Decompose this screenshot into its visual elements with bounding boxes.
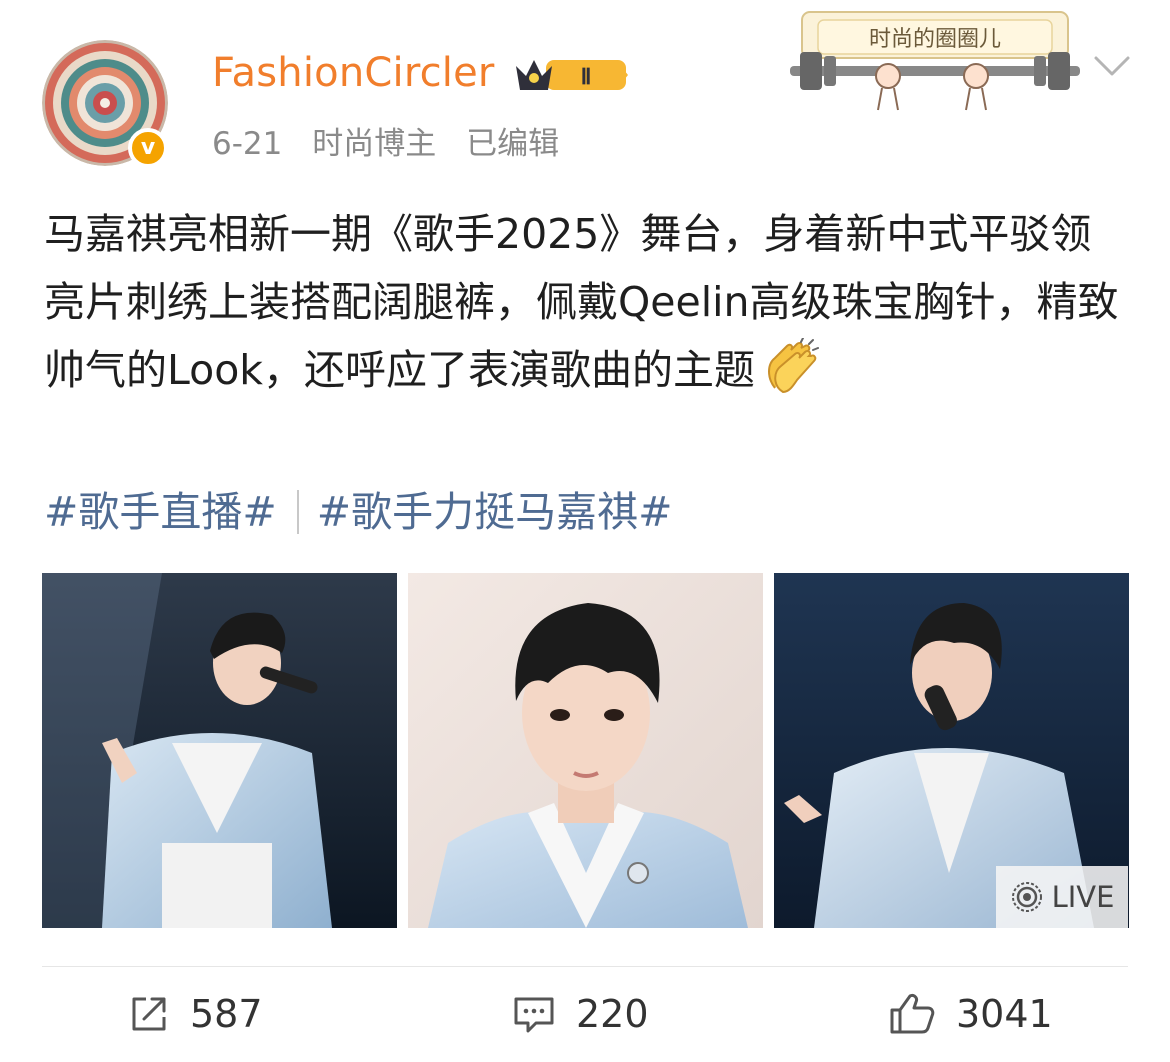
chevron-down-icon[interactable] — [1092, 52, 1132, 80]
post-meta: 6-21 时尚博主 已编辑 — [212, 118, 579, 163]
hashtag-separator — [296, 490, 299, 534]
crown-level-icon: Ⅱ — [516, 60, 628, 90]
hashtag-link[interactable]: #歌手直播# — [44, 488, 277, 536]
like-count: 3041 — [956, 992, 1053, 1036]
live-photo-badge: LIVE — [996, 866, 1128, 928]
post-text: 马嘉祺亮相新一期《歌手2025》舞台，身着新中式平驳领亮片刺绣上装搭配阔腿裤，佩… — [44, 210, 1119, 394]
comment-button[interactable]: 220 — [512, 992, 649, 1036]
repost-button[interactable]: 587 — [128, 992, 263, 1036]
comment-count: 220 — [576, 992, 649, 1036]
repost-icon — [132, 997, 166, 1031]
hashtags: #歌手直播# #歌手力挺马嘉祺# — [44, 478, 672, 538]
divider — [42, 966, 1128, 967]
repost-count: 587 — [190, 992, 263, 1036]
post-body: 马嘉祺亮相新一期《歌手2025》舞台，身着新中式平驳领亮片刺绣上装搭配阔腿裤，佩… — [44, 200, 1124, 404]
edited-label: 已编辑 — [466, 126, 560, 162]
post-photo-1[interactable] — [42, 573, 397, 928]
clapping-hands-icon — [768, 338, 820, 394]
sticker-text: 时尚的圈圈儿 — [869, 27, 1001, 52]
live-icon — [1011, 882, 1042, 912]
portrait-photo — [408, 573, 763, 928]
comment-icon — [514, 997, 554, 1033]
avatar[interactable]: v — [42, 40, 168, 168]
post-photo-2[interactable] — [408, 573, 763, 928]
username[interactable]: FashionCircler — [212, 50, 495, 96]
level-badge-text: Ⅱ — [581, 64, 592, 89]
like-button[interactable]: 3041 — [888, 992, 1053, 1036]
post-date: 6-21 — [212, 126, 283, 162]
singer-stage-photo — [42, 573, 397, 928]
author-role: 时尚博主 — [312, 126, 437, 162]
hashtag-link[interactable]: #歌手力挺马嘉祺# — [317, 488, 673, 536]
verified-badge: v — [128, 128, 168, 168]
thumbs-up-icon — [890, 994, 935, 1034]
sticker-decoration: 时尚的圈圈儿 — [790, 11, 1080, 111]
live-label: LIVE — [1051, 880, 1115, 914]
